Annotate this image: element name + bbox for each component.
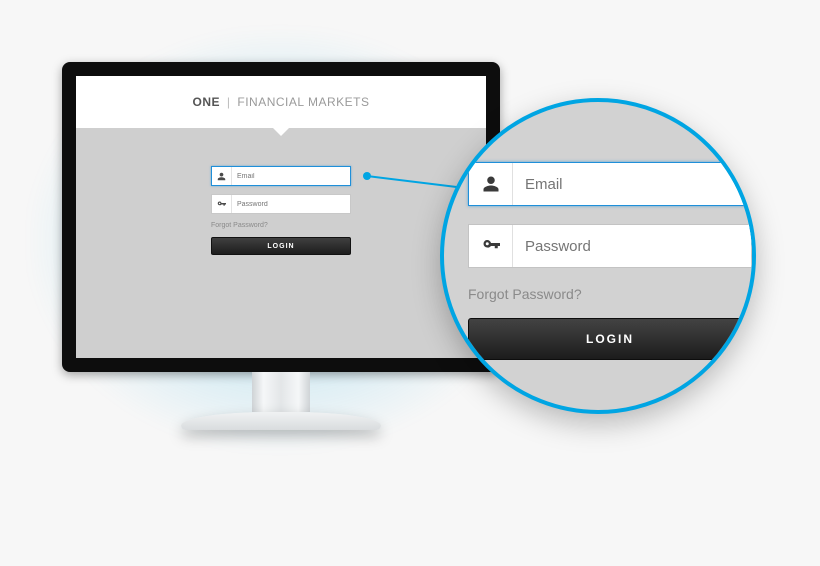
monitor-neck	[252, 372, 310, 412]
email-input[interactable]	[232, 167, 350, 185]
zoom-circle: Forgot Password? LOGIN	[440, 98, 756, 414]
user-icon	[469, 163, 513, 205]
monitor-bezel: ONE | FINANCIAL MARKETS	[62, 62, 500, 372]
key-icon	[469, 225, 513, 267]
password-input-zoom[interactable]	[513, 225, 751, 267]
screen: ONE | FINANCIAL MARKETS	[76, 76, 486, 358]
forgot-password-link[interactable]: Forgot Password?	[211, 222, 351, 229]
forgot-password-link-zoom[interactable]: Forgot Password?	[468, 286, 752, 302]
email-input-zoom[interactable]	[513, 163, 751, 205]
brand-rest: FINANCIAL MARKETS	[237, 95, 369, 109]
monitor-mockup: ONE | FINANCIAL MARKETS	[62, 62, 500, 430]
header-notch	[273, 128, 289, 136]
header-bar: ONE | FINANCIAL MARKETS	[76, 76, 486, 128]
monitor-base	[181, 412, 381, 430]
brand-logo: ONE | FINANCIAL MARKETS	[193, 95, 370, 109]
login-form-small: Forgot Password? LOGIN	[211, 166, 351, 255]
login-button-zoom[interactable]: LOGIN	[468, 318, 752, 360]
key-icon	[212, 195, 232, 213]
password-row	[211, 194, 351, 214]
email-row-zoom	[468, 162, 752, 206]
email-row	[211, 166, 351, 186]
login-form-zoom: Forgot Password? LOGIN	[468, 162, 752, 360]
password-input[interactable]	[232, 195, 350, 213]
password-row-zoom	[468, 224, 752, 268]
login-button[interactable]: LOGIN	[211, 237, 351, 255]
user-icon	[212, 167, 232, 185]
brand-one: ONE	[193, 95, 221, 109]
brand-separator: |	[227, 95, 231, 109]
